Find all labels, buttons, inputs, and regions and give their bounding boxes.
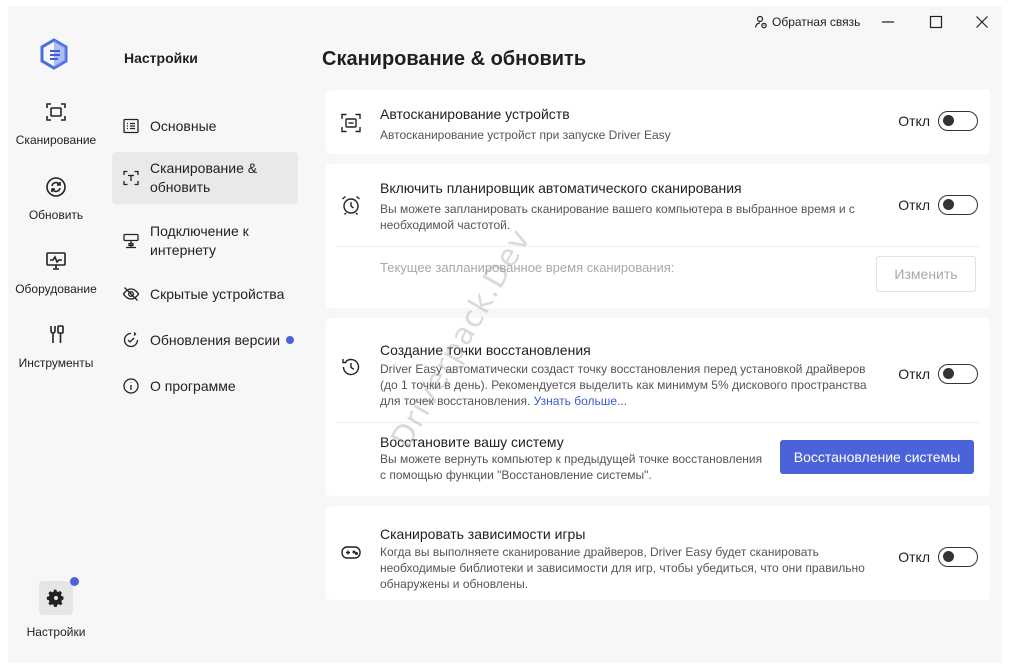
scheduler-desc-line1: Вы можете запланировать сканирование ваш… [380,202,855,216]
nav-item-label: Скрытые устройства [150,285,285,302]
update-check-icon [123,332,139,348]
restore-point-desc-line1: Driver Easy автоматически создаст точку … [380,362,866,376]
rail-item-label: Обновить [28,208,84,222]
nav-item-label-line1: Подключение к [150,223,249,239]
toggle-state-label: Откл [898,113,930,129]
history-clock-icon [342,358,360,376]
nav-item-about[interactable]: О программе [112,374,298,398]
nav-item-label: Обновления версии [150,331,281,348]
nav-title: Настройки [124,50,198,66]
scheduler-toggle[interactable]: Откл [898,195,978,215]
divider [336,422,980,423]
scheduled-time-label: Текущее запланированное время сканирован… [380,260,675,275]
rail-item-scan[interactable]: Сканирование [8,100,104,162]
toggle-switch[interactable] [938,195,978,215]
nav-item-scan-update[interactable]: Сканирование & обновить [112,152,298,204]
toggle-state-label: Откл [898,366,930,382]
rail-settings-label: Настройки [26,625,86,639]
nav-item-hidden-devices[interactable]: Скрытые устройства [112,282,298,306]
restore-point-desc-line2: (до 1 точки в день). Рекомендуется выдел… [380,378,867,392]
game-deps-desc-line3: обнаружены и обновлены. [380,577,529,591]
change-schedule-button[interactable]: Изменить [876,256,976,292]
game-deps-card: Сканировать зависимости игры Когда вы вы… [326,506,990,600]
scheduler-card: Включить планировщик автоматического ска… [326,164,990,308]
scheduler-title: Включить планировщик автоматического ска… [380,180,742,196]
game-deps-desc: Когда вы выполняете сканирование драйвер… [380,544,865,592]
eye-off-icon [122,287,140,301]
nav-item-label-line1: Сканирование & [150,160,258,176]
auto-scan-desc: Автосканирование устройст при запуске Dr… [380,128,671,142]
toggle-switch[interactable] [938,111,978,131]
info-icon [123,378,139,394]
divider [336,246,980,247]
restore-system-button[interactable]: Восстановление системы [780,440,974,474]
notification-dot [286,335,295,344]
restore-point-toggle[interactable]: Откл [898,364,978,384]
toggle-switch[interactable] [938,547,978,567]
rail-item-label: Оборудование [15,282,97,296]
toggle-switch[interactable] [938,364,978,384]
refresh-icon [46,177,66,197]
nav-item-label: Основные [150,117,217,134]
scan-icon [341,113,361,133]
toggle-state-label: Откл [898,549,930,565]
left-rail: Сканирование Обновить Оборудование Инстр… [8,6,104,663]
gear-icon [46,589,64,607]
rail-item-label: Сканирование [15,133,97,147]
gamepad-icon [341,546,361,559]
auto-scan-card: Автосканирование устройств Автосканирова… [326,90,990,154]
toggle-knob [943,199,954,210]
alarm-clock-icon [342,195,360,215]
scheduler-desc-line2: необходимой частотой. [380,218,511,232]
rail-item-label: Инструменты [18,356,94,370]
restore-point-title: Создание точки восстановления [380,342,591,358]
tools-icon [50,325,64,343]
nav-item-label: О программе [150,377,236,394]
game-deps-desc-line2: необходимые библиотеки и зависимости для… [380,561,865,575]
learn-more-link[interactable]: Узнать больше... [534,394,627,408]
restore-system-desc-line1: Вы можете вернуть компьютер к предыдущей… [380,452,763,466]
network-icon [123,233,139,249]
rail-item-tools[interactable]: Инструменты [8,323,104,385]
nav-item-label-wrap: Подключение к интернету [150,222,249,260]
list-icon [123,118,139,134]
restore-point-desc-line3: для точек восстановления. [380,394,531,408]
scan-text-icon [123,170,139,186]
nav-item-internet[interactable]: Подключение к интернету [112,220,298,262]
rail-item-settings[interactable]: Настройки [8,577,104,641]
game-deps-title: Сканировать зависимости игры [380,526,586,542]
toggle-state-label: Откл [898,197,930,213]
app-logo-icon [40,38,68,70]
restore-system-desc-line2: с помощью функции "Восстановление систем… [380,468,652,482]
nav-item-general[interactable]: Основные [112,114,298,138]
restore-card: Создание точки восстановления Driver Eas… [326,318,990,496]
game-deps-desc-line1: Когда вы выполняете сканирование драйвер… [380,545,819,559]
settings-icon-box [39,577,79,615]
nav-item-label-wrap: Обновления версии [150,331,295,350]
toggle-knob [943,368,954,379]
toggle-knob [943,551,954,562]
toggle-knob [943,115,954,126]
rail-item-update[interactable]: Обновить [8,175,104,237]
page-title: Сканирование & обновить [322,48,587,70]
nav-item-label-line2: интернету [150,242,217,258]
restore-system-title: Восстановите вашу систему [380,434,564,450]
restore-point-desc: Driver Easy автоматически создаст точку … [380,361,867,409]
scan-icon [46,103,66,121]
monitor-icon [46,252,66,270]
auto-scan-toggle[interactable]: Откл [898,111,978,131]
notification-dot [70,577,79,586]
restore-system-desc: Вы можете вернуть компьютер к предыдущей… [380,451,762,483]
nav-item-version-updates[interactable]: Обновления версии [112,328,298,352]
settings-nav: Настройки Основные Сканирование & обнови… [104,6,312,663]
scheduler-desc: Вы можете запланировать сканирование ваш… [380,201,855,233]
nav-item-label-wrap: Сканирование & обновить [150,159,257,197]
auto-scan-title: Автосканирование устройств [380,106,570,122]
main-content: Сканирование & обновить Автосканирование… [312,6,1002,663]
game-deps-toggle[interactable]: Откл [898,547,978,567]
rail-item-hardware[interactable]: Оборудование [8,249,104,311]
nav-item-label-line2: обновить [150,179,211,195]
app-window: Сканирование Обновить Оборудование Инстр… [8,6,1002,663]
